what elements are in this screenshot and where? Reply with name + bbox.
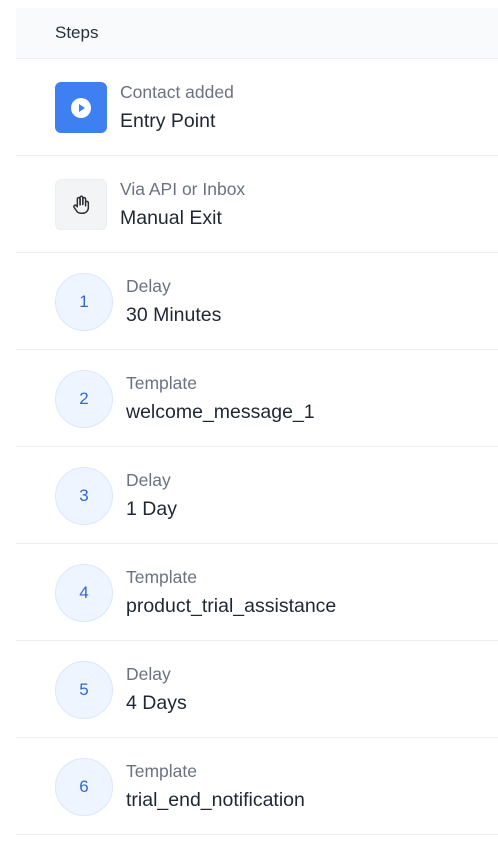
step-number-badge: 2: [55, 370, 113, 428]
step-main-label: product_trial_assistance: [126, 595, 337, 617]
step-5[interactable]: 5 Delay 4 Days: [16, 641, 498, 738]
step-main-label: trial_end_notification: [126, 789, 305, 811]
step-entry-point[interactable]: Contact added Entry Point: [16, 59, 498, 156]
step-1[interactable]: 1 Delay 30 Minutes: [16, 253, 498, 350]
step-number-badge: 3: [55, 467, 113, 525]
step-sub-label: Template: [126, 761, 198, 781]
steps-panel: Steps Contact added Entry Point Via API …: [16, 8, 498, 835]
step-6[interactable]: 6 Template trial_end_notification: [16, 738, 498, 835]
step-main-label: Manual Exit: [120, 207, 222, 229]
step-sub-label: Contact added: [120, 82, 234, 102]
step-main-label: 1 Day: [126, 498, 177, 520]
step-number-badge: 1: [55, 273, 113, 331]
step-2[interactable]: 2 Template welcome_message_1: [16, 350, 498, 447]
step-number-badge: 6: [55, 758, 113, 816]
step-3[interactable]: 3 Delay 1 Day: [16, 447, 498, 544]
step-sub-label: Delay: [126, 276, 171, 296]
step-number-badge: 4: [55, 564, 113, 622]
step-sub-label: Template: [126, 373, 198, 393]
step-main-label: welcome_message_1: [126, 401, 315, 423]
step-manual-exit[interactable]: Via API or Inbox Manual Exit: [16, 156, 498, 253]
play-circle-icon: [55, 82, 107, 133]
step-sub-label: Via API or Inbox: [120, 179, 246, 199]
steps-title: Steps: [55, 23, 99, 42]
step-main-label: 4 Days: [126, 692, 187, 714]
step-sub-label: Template: [126, 567, 198, 587]
step-number-badge: 5: [55, 661, 113, 719]
steps-header: Steps: [16, 8, 498, 59]
step-main-label: Entry Point: [120, 110, 216, 132]
step-main-label: 30 Minutes: [126, 304, 222, 326]
step-sub-label: Delay: [126, 470, 171, 490]
step-4[interactable]: 4 Template product_trial_assistance: [16, 544, 498, 641]
step-sub-label: Delay: [126, 664, 171, 684]
hand-stop-icon: [55, 179, 107, 230]
